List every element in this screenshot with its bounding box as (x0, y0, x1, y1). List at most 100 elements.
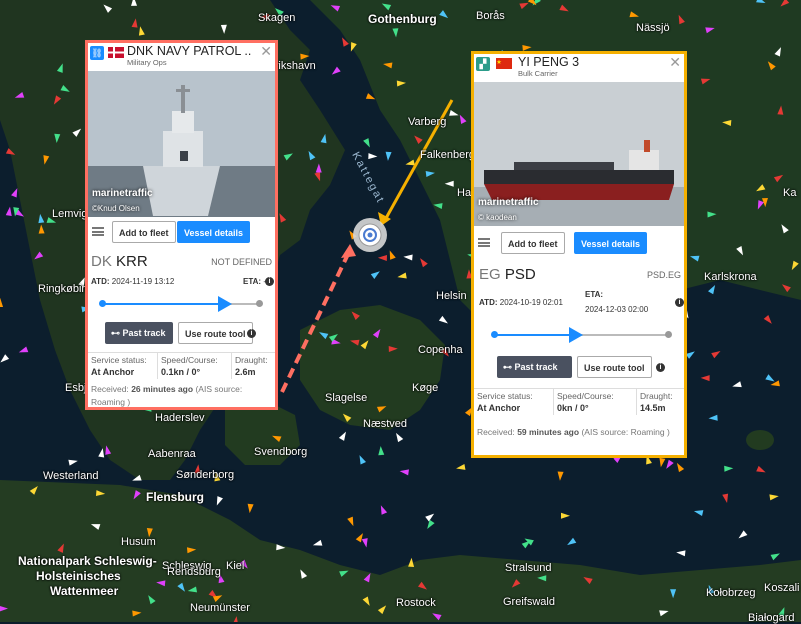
place-label: Sønderborg (176, 469, 235, 481)
close-icon[interactable]: ✕ (669, 54, 681, 71)
place-label: Slagelse (325, 392, 368, 404)
photo-credit: ©Knud Olsen (92, 204, 140, 213)
status-cell: Service status: At Anchor (474, 389, 554, 415)
atd-label: ATD: (479, 298, 498, 307)
place-label: Ha (457, 187, 472, 199)
place-label: Husum (121, 536, 156, 548)
place-label: Ka (783, 187, 797, 199)
received-info: Received: 26 minutes ago (AIS source: Ro… (91, 383, 272, 409)
place-label: Borås (476, 10, 505, 22)
past-track-button[interactable]: ⊷ Past track (497, 356, 572, 378)
eta-label: ETA: (243, 277, 262, 286)
status-cell: Service status: At Anchor (88, 353, 158, 379)
place-label: Lemvig (52, 208, 88, 220)
place-label: Kołobrzeg (706, 587, 756, 599)
place-label: Esbj (65, 382, 87, 394)
ais-source: (AIS source: Roaming ) (581, 427, 670, 437)
voyage-progress (491, 327, 672, 343)
place-label: Næstved (363, 418, 408, 430)
status-grid: Service status: At Anchor Speed/Course: 0k… (474, 388, 684, 421)
country-code: DK (91, 253, 112, 270)
eta-value: 2024-12-03 02:00 (585, 305, 649, 314)
status-label: Service status: (477, 391, 533, 401)
atd-row: ATD: 2024-11-19 13:12 (91, 277, 174, 286)
close-icon[interactable]: ✕ (260, 43, 272, 60)
vessel-photo[interactable]: marinetraffic ©Knud Olsen (88, 71, 275, 217)
past-track-button[interactable]: ⊷ Past track (105, 322, 173, 344)
card-header: ⛓ DNK NAVY PATROL ... Military Ops ✕ (88, 43, 275, 71)
voyage-section: EG PSD PSD.EG ATD: 2024-10-19 02:01 ETA:… (474, 260, 684, 415)
progress-arrow-icon (569, 327, 584, 343)
voyage-section: DK KRR NOT DEFINED ATD: 2024-11-19 13:12… (88, 247, 275, 395)
past-track-label: Past track (122, 328, 166, 338)
vessel-card-yi-peng[interactable]: ▞ YI PENG 3 Bulk Carrier ✕ marinetraffic… (471, 51, 687, 458)
vessel-photo[interactable]: marinetraffic © kaodean (474, 82, 684, 226)
place-label: Holsteinisches (36, 569, 121, 583)
place-label: Greifswald (503, 596, 555, 608)
draught-label: Draught: (235, 355, 268, 365)
status-value: At Anchor (477, 403, 521, 413)
place-label: Falkenberg (420, 149, 476, 161)
vessel-type: Bulk Carrier (518, 69, 558, 78)
vessel-card-dnk-navy[interactable]: ⛓ DNK NAVY PATROL ... Military Ops ✕ mar… (85, 40, 278, 410)
watermark: marinetraffic (478, 197, 539, 208)
atd-value: 2024-11-19 13:12 (111, 277, 175, 286)
place-label: Svendborg (254, 446, 308, 458)
draught-label: Draught: (640, 391, 673, 401)
past-track-label: Past track (514, 362, 558, 372)
place-label: Neumünster (190, 602, 250, 614)
callsign: EG PSD (479, 266, 536, 283)
place-label: Rendsburg (167, 566, 221, 578)
received-label: Received: (91, 384, 129, 394)
atd-row: ATD: 2024-10-19 02:01 (479, 298, 563, 307)
voyage-progress (99, 296, 263, 312)
draught-cell: Draught: 14.5m (637, 389, 684, 415)
photo-credit: © kaodean (478, 213, 517, 222)
action-row: Add to fleet Vessel details (474, 226, 684, 260)
destination: NOT DEFINED (211, 257, 272, 267)
destination: PSD.EG (646, 270, 681, 280)
origin-dot (491, 331, 498, 338)
info-icon[interactable]: i (265, 277, 274, 286)
vessel-details-button[interactable]: Vessel details (574, 232, 648, 254)
menu-icon[interactable] (92, 227, 104, 236)
action-row: Add to fleet Vessel details (88, 217, 275, 247)
progress-fill (494, 334, 577, 336)
speed-cell: Speed/Course: 0.1kn / 0° (158, 353, 232, 379)
destination-dot (665, 331, 672, 338)
china-flag-icon (496, 58, 512, 69)
vessel-name: YI PENG 3 (518, 55, 580, 69)
status-label: Service status: (91, 355, 147, 365)
add-to-fleet-button[interactable]: Add to fleet (112, 221, 176, 243)
track-icon: ⊷ (111, 328, 120, 338)
speed-label: Speed/Course: (161, 355, 218, 365)
place-label: Flensburg (146, 490, 205, 504)
speed-label: Speed/Course: (557, 391, 614, 401)
country-code: EG (479, 266, 501, 283)
denmark-flag-icon (108, 47, 124, 58)
place-label: Stralsund (505, 562, 552, 574)
eta-label-text: ETA: (585, 290, 604, 299)
info-icon[interactable]: i (675, 298, 684, 307)
route-info-icon[interactable]: i (656, 363, 665, 372)
eta-row: ETA: - (243, 277, 266, 286)
route-tool-button[interactable]: Use route tool (577, 356, 652, 378)
position-marker-icon[interactable] (353, 218, 387, 252)
place-label: Copenha (418, 344, 463, 356)
place-label: Haderslev (155, 412, 205, 424)
route-info-icon[interactable]: i (247, 329, 256, 338)
vessel-category-icon: ▞ (476, 57, 490, 71)
atd-label: ATD: (91, 277, 110, 286)
place-label: Wattenmeer (50, 584, 119, 598)
draught-value: 14.5m (640, 403, 666, 413)
card-header: ▞ YI PENG 3 Bulk Carrier ✕ (474, 54, 684, 82)
route-tool-button[interactable]: Use route tool (178, 322, 253, 344)
vessel-details-button[interactable]: Vessel details (177, 221, 251, 243)
menu-icon[interactable] (478, 238, 490, 247)
link-icon[interactable]: ⛓ (90, 46, 104, 60)
received-value: 59 minutes ago (517, 427, 580, 437)
watermark: marinetraffic (92, 188, 153, 199)
place-label: Białogard (748, 612, 795, 624)
progress-fill (102, 303, 226, 305)
add-to-fleet-button[interactable]: Add to fleet (501, 232, 565, 254)
